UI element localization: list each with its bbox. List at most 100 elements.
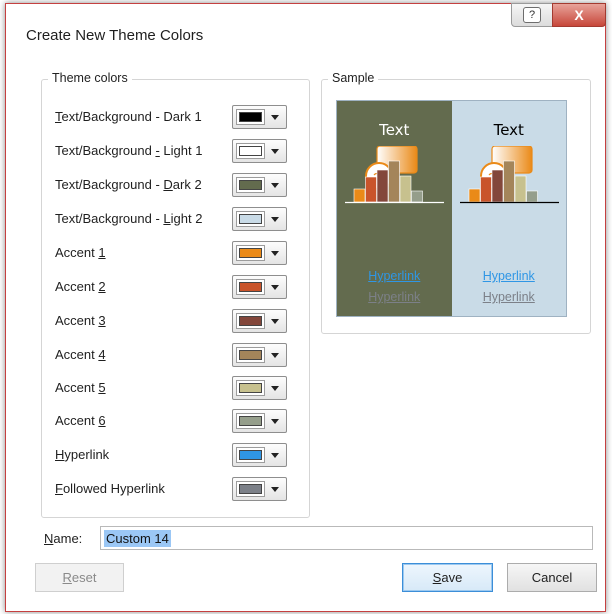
color-picker-light-1[interactable] (232, 139, 287, 163)
sample-shapes-dark (345, 146, 444, 204)
color-swatch (239, 350, 262, 360)
theme-color-label-accent-6: Accent 6 (55, 413, 106, 428)
color-swatch-frame (236, 347, 265, 363)
color-picker-dark-2[interactable] (232, 173, 287, 197)
sample-light-panel: Text Hyperlink Hyperlink (451, 101, 566, 316)
sample-bar (468, 188, 480, 203)
dropdown-arrow-icon (271, 285, 279, 290)
sample-bar (502, 160, 515, 203)
dropdown-arrow-icon (271, 115, 279, 120)
sample-shapes-light (459, 146, 559, 204)
sample-bar (411, 190, 423, 203)
dropdown-arrow-icon (271, 453, 279, 458)
reset-button-label: Reset (62, 570, 97, 585)
theme-color-label-dark-2: Text/Background - Dark 2 (55, 177, 202, 192)
sample-hyperlink-light: Hyperlink (482, 269, 535, 283)
color-picker-light-2[interactable] (232, 207, 287, 231)
color-swatch (239, 180, 262, 190)
color-swatch-frame (236, 211, 265, 227)
color-picker-dark-1[interactable] (232, 105, 287, 129)
sample-followed-hyperlink-light: Hyperlink (482, 290, 535, 304)
theme-color-label-accent-4: Accent 4 (55, 347, 106, 362)
dropdown-arrow-icon (271, 217, 279, 222)
sample-followed-hyperlink-dark: Hyperlink (368, 290, 421, 304)
color-swatch-frame (236, 380, 265, 396)
sample-bar (399, 175, 412, 203)
name-input-value: Custom 14 (104, 530, 171, 547)
dialog-title: Create New Theme Colors (26, 27, 204, 44)
cancel-button-label: Cancel (531, 570, 573, 585)
color-picker-followed-hyperlink[interactable] (232, 477, 287, 501)
sample-bar (353, 188, 366, 203)
name-input[interactable]: Custom 14 (100, 526, 593, 550)
color-picker-accent-2[interactable] (232, 275, 287, 299)
theme-color-label-accent-2: Accent 2 (55, 279, 106, 294)
color-swatch (239, 146, 262, 156)
color-swatch (239, 383, 262, 393)
theme-color-label-followed-hyperlink: Followed Hyperlink (55, 481, 165, 496)
sample-preview: Text Hyperlink Hyperlink Text Hyperlink … (336, 100, 567, 317)
color-swatch-frame (236, 143, 265, 159)
dropdown-arrow-icon (271, 319, 279, 324)
sample-bar (514, 175, 526, 203)
color-swatch-frame (236, 279, 265, 295)
theme-color-label-accent-1: Accent 1 (55, 245, 106, 260)
theme-color-label-light-1: Text/Background - Light 1 (55, 143, 203, 158)
dropdown-arrow-icon (271, 386, 279, 391)
color-swatch-frame (236, 177, 265, 193)
cancel-button[interactable]: Cancel (507, 563, 597, 592)
color-swatch-frame (236, 413, 265, 429)
color-swatch (239, 112, 262, 122)
color-picker-accent-3[interactable] (232, 309, 287, 333)
sample-bar (388, 160, 400, 203)
color-swatch-frame (236, 245, 265, 261)
help-button[interactable]: ? (511, 3, 553, 27)
save-button[interactable]: Save (402, 563, 493, 592)
theme-color-label-dark-1: Text/Background - Dark 1 (55, 109, 202, 124)
color-swatch (239, 484, 262, 494)
help-icon: ? (523, 7, 541, 23)
dropdown-arrow-icon (271, 419, 279, 424)
title-bar: Create New Theme Colors ? X (6, 3, 606, 46)
theme-color-label-accent-5: Accent 5 (55, 380, 106, 395)
sample-hyperlink-dark: Hyperlink (368, 269, 421, 283)
sample-bar (365, 176, 377, 203)
theme-color-label-light-2: Text/Background - Light 2 (55, 211, 203, 226)
sample-text-light: Text (493, 121, 524, 139)
color-swatch (239, 450, 262, 460)
sample-bar (491, 169, 503, 203)
name-label: Name: (44, 531, 83, 546)
color-picker-accent-4[interactable] (232, 343, 287, 367)
theme-colors-legend: Theme colors (48, 71, 132, 85)
dropdown-arrow-icon (271, 353, 279, 358)
color-swatch (239, 316, 262, 326)
dropdown-arrow-icon (271, 183, 279, 188)
theme-color-label-hyperlink: Hyperlink (55, 447, 110, 462)
color-swatch (239, 282, 262, 292)
color-swatch-frame (236, 481, 265, 497)
color-picker-hyperlink[interactable] (232, 443, 287, 467)
sample-text-dark: Text (379, 121, 410, 139)
color-swatch (239, 416, 262, 426)
color-picker-accent-6[interactable] (232, 409, 287, 433)
color-swatch-frame (236, 109, 265, 125)
sample-bar (479, 176, 492, 203)
dropdown-arrow-icon (271, 251, 279, 256)
sample-legend: Sample (328, 71, 379, 85)
sample-bar (376, 169, 389, 203)
color-swatch (239, 214, 262, 224)
reset-button[interactable]: Reset (35, 563, 124, 592)
save-button-label: Save (432, 570, 463, 585)
sample-bar (525, 190, 538, 203)
theme-color-label-accent-3: Accent 3 (55, 313, 106, 328)
close-button[interactable]: X (552, 3, 606, 27)
sample-dark-panel: Text Hyperlink Hyperlink (337, 101, 452, 316)
color-swatch (239, 248, 262, 258)
color-picker-accent-5[interactable] (232, 376, 287, 400)
dropdown-arrow-icon (271, 149, 279, 154)
close-icon: X (574, 7, 584, 23)
dropdown-arrow-icon (271, 487, 279, 492)
color-picker-accent-1[interactable] (232, 241, 287, 265)
color-swatch-frame (236, 447, 265, 463)
color-swatch-frame (236, 313, 265, 329)
